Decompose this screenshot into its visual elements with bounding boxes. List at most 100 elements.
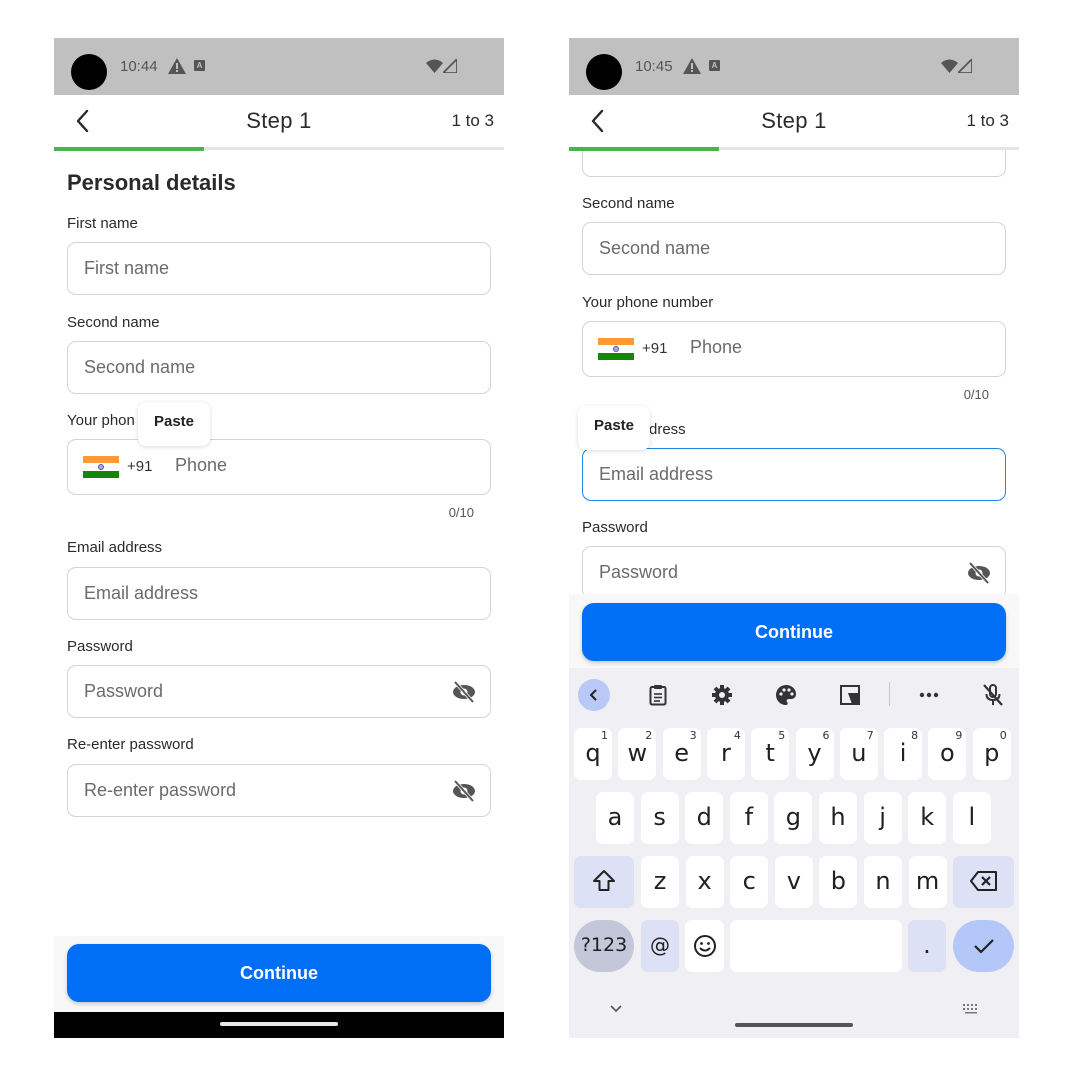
key-f[interactable]: f — [729, 792, 768, 844]
india-flag-icon[interactable] — [598, 338, 634, 362]
second-name-label: Second name — [582, 195, 675, 212]
country-code[interactable]: +91 — [127, 458, 152, 475]
signal-icon — [443, 59, 457, 73]
phone-screen-left: 10:44 A Step 1 1 to 3 Personal details F… — [54, 38, 504, 1038]
phone-placeholder: Phone — [175, 455, 228, 475]
first-name-input[interactable]: First name — [67, 242, 491, 295]
password-input[interactable]: Password — [582, 546, 1006, 599]
clipboard-icon — [649, 685, 667, 706]
eye-off-icon[interactable] — [966, 561, 992, 585]
password-label: Password — [582, 519, 648, 536]
key-z[interactable]: z — [641, 856, 679, 908]
status-time: 10:45 — [635, 58, 673, 75]
key-q[interactable]: q1 — [574, 728, 612, 780]
phone-input[interactable]: +91 Phone — [67, 439, 491, 495]
key-h[interactable]: h — [819, 792, 857, 844]
paste-button[interactable]: Paste — [578, 406, 650, 450]
voice-input-button[interactable] — [977, 679, 1009, 711]
email-label: Email address — [67, 539, 163, 556]
period-key[interactable]: . — [908, 920, 946, 972]
second-name-input[interactable]: Second name — [582, 222, 1006, 275]
key-w[interactable]: w2 — [618, 728, 657, 780]
theme-button[interactable] — [770, 679, 802, 711]
eye-off-icon[interactable] — [451, 779, 477, 803]
phone-input[interactable]: +91 Phone — [582, 321, 1006, 377]
second-name-label: Second name — [67, 314, 160, 331]
key-s[interactable]: s — [640, 792, 679, 844]
email-input[interactable]: Email address — [582, 448, 1006, 501]
shift-icon — [593, 870, 615, 891]
resize-keyboard-button[interactable] — [834, 679, 866, 711]
key-a[interactable]: a — [596, 792, 634, 844]
key-b[interactable]: b — [819, 856, 858, 908]
navigation-bar — [54, 1012, 504, 1038]
eye-off-icon[interactable] — [451, 680, 477, 704]
key-t[interactable]: t5 — [751, 728, 790, 780]
keyboard-switch-icon[interactable] — [962, 1003, 980, 1015]
key-k[interactable]: k — [908, 792, 947, 844]
key-letter: u — [851, 739, 867, 767]
email-input[interactable]: Email address — [67, 567, 491, 620]
space-key[interactable] — [730, 920, 902, 972]
key-g[interactable]: g — [774, 792, 813, 844]
key-i[interactable]: i8 — [884, 728, 923, 780]
emoji-key[interactable] — [685, 920, 724, 972]
status-bar: 10:45 A — [569, 38, 1019, 95]
key-u[interactable]: u7 — [839, 728, 878, 780]
keyboard-toolbar-back-button[interactable] — [578, 679, 610, 711]
key-m[interactable]: m — [908, 856, 947, 908]
key-n[interactable]: n — [864, 856, 902, 908]
key-hint-9: 9 — [955, 729, 963, 742]
continue-button[interactable]: Continue — [582, 603, 1006, 661]
home-gesture-handle[interactable] — [735, 1023, 853, 1027]
key-hint-4: 4 — [733, 729, 741, 742]
page-title: Step 1 — [246, 108, 312, 133]
key-y[interactable]: y6 — [795, 728, 834, 780]
keyboard-toolbar — [569, 668, 1019, 720]
key-l[interactable]: l — [952, 792, 991, 844]
paste-button[interactable]: Paste — [138, 402, 210, 446]
key-v[interactable]: v — [774, 856, 813, 908]
key-o[interactable]: o9 — [928, 728, 967, 780]
key-letter: y — [807, 739, 822, 767]
reenter-password-input[interactable]: Re-enter password — [67, 764, 491, 817]
second-name-input[interactable]: Second name — [67, 341, 491, 394]
camera-cutout — [586, 54, 622, 90]
shift-key[interactable] — [574, 856, 634, 908]
phone-label: Your phon — [67, 412, 135, 429]
gear-icon — [712, 685, 732, 705]
clipboard-button[interactable] — [642, 679, 674, 711]
at-key[interactable]: @ — [641, 920, 679, 972]
checkmark-icon — [973, 939, 994, 954]
home-gesture-handle[interactable] — [220, 1022, 338, 1026]
key-hint-5: 5 — [778, 729, 786, 742]
key-d[interactable]: d — [685, 792, 724, 844]
continue-button[interactable]: Continue — [67, 944, 491, 1002]
symbols-key[interactable]: ?123 — [574, 920, 634, 972]
hide-keyboard-chevron-icon[interactable] — [609, 1004, 623, 1014]
password-input[interactable]: Password — [67, 665, 491, 718]
app-bar: Step 1 1 to 3 — [54, 95, 504, 149]
password-placeholder: Password — [599, 562, 679, 582]
backspace-icon — [969, 871, 997, 891]
backspace-key[interactable] — [953, 856, 1014, 908]
page-title: Step 1 — [761, 108, 827, 133]
palette-icon — [776, 685, 796, 705]
country-code[interactable]: +91 — [642, 340, 667, 357]
key-p[interactable]: p0 — [972, 728, 1011, 780]
key-r[interactable]: r4 — [706, 728, 745, 780]
key-c[interactable]: c — [730, 856, 769, 908]
toolbar-divider — [889, 682, 890, 706]
key-x[interactable]: x — [685, 856, 724, 908]
done-key[interactable] — [953, 920, 1014, 972]
step-progress-bar — [569, 147, 1019, 151]
keyboard-settings-button[interactable] — [706, 679, 738, 711]
key-e[interactable]: e3 — [662, 728, 701, 780]
chevron-left-icon — [589, 689, 597, 701]
signal-icon — [958, 59, 972, 73]
india-flag-icon[interactable] — [83, 456, 119, 480]
password-placeholder: Password — [84, 681, 164, 701]
more-options-button[interactable] — [913, 679, 945, 711]
phone-placeholder: Phone — [690, 337, 743, 357]
key-j[interactable]: j — [863, 792, 902, 844]
